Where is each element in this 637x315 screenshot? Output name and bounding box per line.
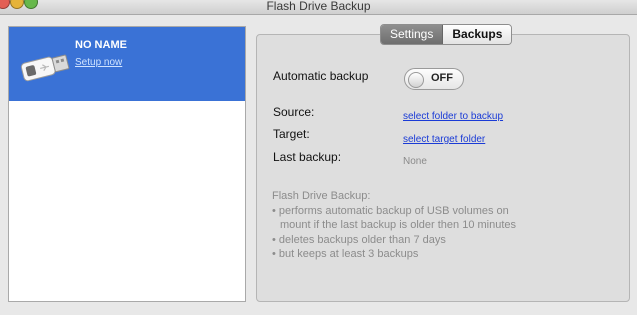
description-item: • but keeps at least 3 backups bbox=[272, 248, 419, 260]
tab-settings[interactable]: Settings bbox=[381, 25, 444, 44]
automatic-backup-toggle[interactable]: OFF bbox=[404, 68, 464, 90]
source-label: Source: bbox=[273, 105, 315, 119]
usb-drive-icon bbox=[20, 54, 70, 82]
description-list: • performs automatic backup of USB volum… bbox=[272, 204, 622, 262]
description-heading: Flash Drive Backup: bbox=[272, 190, 371, 202]
description-block: Flash Drive Backup: • performs automatic… bbox=[272, 189, 622, 262]
target-label: Target: bbox=[273, 127, 310, 141]
drive-list-item[interactable]: NO NAME Setup now bbox=[9, 27, 245, 101]
window-title: Flash Drive Backup bbox=[266, 0, 371, 13]
tab-bar: Settings Backups bbox=[380, 24, 513, 45]
description-item: • deletes backups older than 7 days bbox=[272, 233, 446, 246]
description-item: mount if the last backup is older then 1… bbox=[280, 219, 517, 231]
app-window: Flash Drive Backup NO NAME Setup now Set… bbox=[0, 0, 637, 315]
description-item: • performs automatic backup of USB volum… bbox=[272, 204, 509, 217]
title-bar: Flash Drive Backup bbox=[0, 0, 637, 15]
drive-list[interactable]: NO NAME Setup now bbox=[8, 26, 246, 302]
toggle-knob bbox=[408, 72, 424, 88]
drive-name: NO NAME bbox=[75, 39, 127, 51]
last-backup-label: Last backup: bbox=[273, 150, 342, 164]
toggle-state-text: OFF bbox=[431, 72, 453, 84]
tab-backups[interactable]: Backups bbox=[443, 25, 512, 44]
automatic-backup-label: Automatic backup bbox=[273, 69, 369, 83]
select-source-folder-link[interactable]: select folder to backup bbox=[403, 111, 503, 122]
last-backup-value: None bbox=[403, 156, 427, 167]
setup-now-link[interactable]: Setup now bbox=[75, 57, 122, 68]
select-target-folder-link[interactable]: select target folder bbox=[403, 134, 485, 145]
